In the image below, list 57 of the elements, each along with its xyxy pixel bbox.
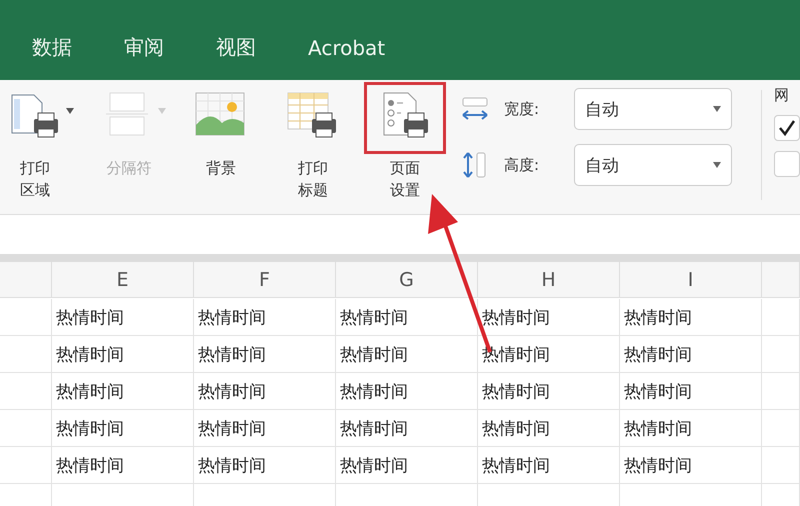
empty-cell bbox=[762, 336, 800, 373]
table-cell: 热情时间 bbox=[478, 299, 620, 336]
empty-cell bbox=[762, 410, 800, 447]
empty-cell bbox=[762, 447, 800, 484]
ribbon-tab[interactable]: Acrobat bbox=[306, 34, 388, 67]
table-cell: 热情时间 bbox=[336, 410, 478, 447]
dropdown-field[interactable]: 自动 bbox=[574, 88, 732, 130]
table-cell: 热情时间 bbox=[478, 336, 620, 373]
table-cell: 热情时间 bbox=[336, 336, 478, 373]
column-header[interactable]: H bbox=[478, 262, 620, 298]
table-cell: 热情时间 bbox=[620, 447, 762, 484]
ribbon-button[interactable]: 页面设置 bbox=[364, 82, 446, 203]
column-header[interactable]: F bbox=[194, 262, 336, 298]
ribbon-tab[interactable]: 视图 bbox=[214, 34, 258, 67]
empty-cell bbox=[0, 299, 52, 336]
ribbon-button[interactable]: 打印标题 bbox=[272, 82, 354, 203]
table-cell: 热情时间 bbox=[194, 410, 336, 447]
empty-cell bbox=[0, 336, 52, 373]
ribbon-tab[interactable]: 数据 bbox=[30, 34, 74, 67]
column-header[interactable]: G bbox=[336, 262, 478, 298]
group-label: 网 bbox=[774, 86, 790, 105]
table-cell: 热情时间 bbox=[194, 299, 336, 336]
checkbox[interactable] bbox=[774, 151, 800, 177]
table-cell: 热情时间 bbox=[52, 373, 194, 410]
empty-cell bbox=[0, 373, 52, 410]
column-header[interactable]: E bbox=[52, 262, 194, 298]
table-cell: 热情时间 bbox=[336, 299, 478, 336]
ribbon-tab[interactable]: 审阅 bbox=[122, 34, 166, 67]
table-cell: 热情时间 bbox=[620, 336, 762, 373]
column-header[interactable]: I bbox=[620, 262, 762, 298]
table-cell: 热情时间 bbox=[620, 299, 762, 336]
checkbox[interactable] bbox=[774, 115, 800, 141]
table-cell: 热情时间 bbox=[336, 447, 478, 484]
table-cell: 热情时间 bbox=[52, 410, 194, 447]
table-cell: 热情时间 bbox=[52, 299, 194, 336]
dropdown-field[interactable]: 自动 bbox=[574, 144, 732, 186]
table-cell: 热情时间 bbox=[52, 447, 194, 484]
table-cell: 热情时间 bbox=[478, 410, 620, 447]
table-cell: 热情时间 bbox=[194, 373, 336, 410]
ribbon-button[interactable]: 背景 bbox=[180, 82, 262, 203]
empty-cell bbox=[762, 299, 800, 336]
field-label: 高度: bbox=[504, 156, 540, 174]
empty-cell bbox=[0, 410, 52, 447]
caret-icon bbox=[713, 162, 721, 168]
caret-icon bbox=[713, 106, 721, 112]
table-cell: 热情时间 bbox=[194, 336, 336, 373]
table-cell: 热情时间 bbox=[194, 447, 336, 484]
table-cell: 热情时间 bbox=[620, 373, 762, 410]
table-cell: 热情时间 bbox=[620, 410, 762, 447]
ribbon-button[interactable]: 打印区域 bbox=[0, 82, 78, 203]
table-cell: 热情时间 bbox=[478, 447, 620, 484]
field-label: 宽度: bbox=[504, 100, 540, 118]
table-cell: 热情时间 bbox=[478, 373, 620, 410]
empty-cell bbox=[762, 373, 800, 410]
table-cell: 热情时间 bbox=[336, 373, 478, 410]
empty-cell bbox=[0, 447, 52, 484]
table-cell: 热情时间 bbox=[52, 336, 194, 373]
